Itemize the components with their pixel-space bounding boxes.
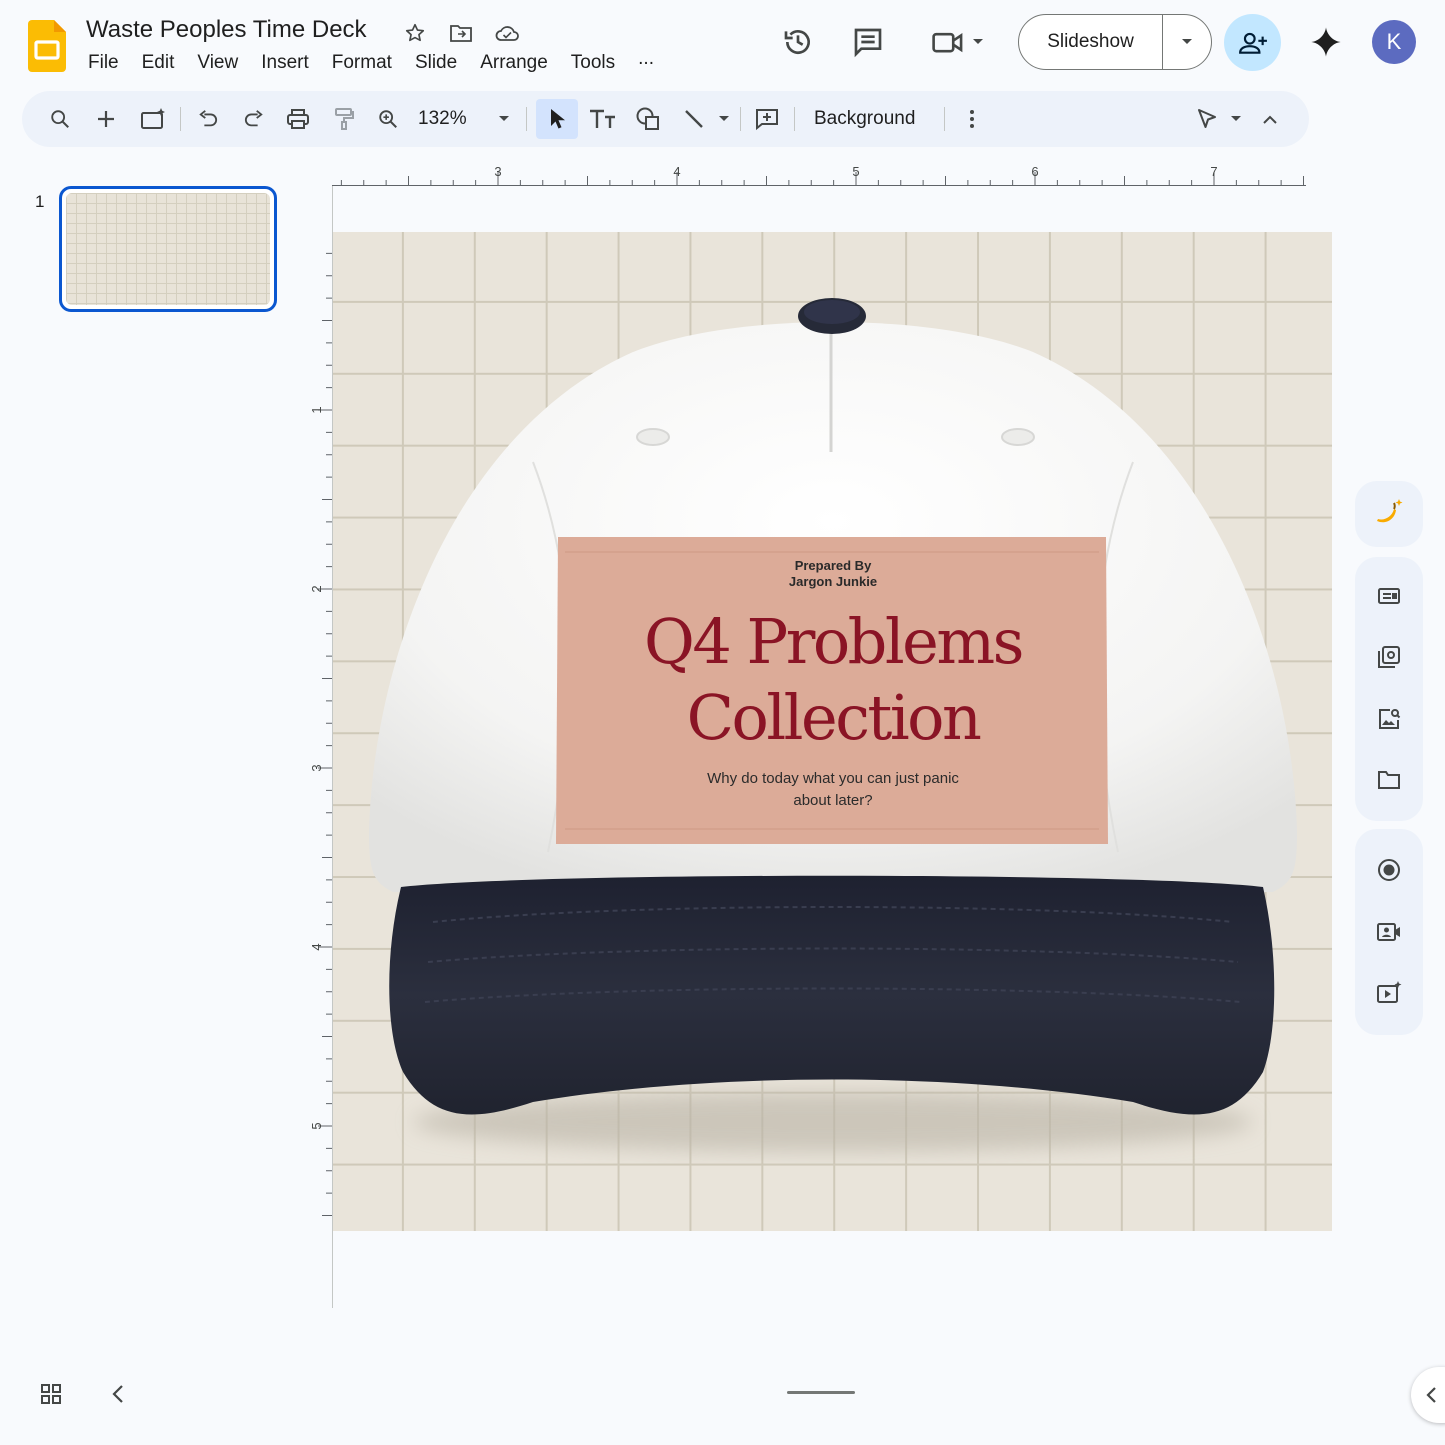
slideshow-dropdown-icon[interactable]: [1163, 15, 1211, 69]
ruler-label: 2: [309, 585, 324, 592]
ruler-label: 5: [309, 1122, 324, 1129]
version-history-icon[interactable]: [776, 20, 820, 64]
banana-sparkle-icon[interactable]: [1374, 497, 1404, 532]
shape-icon[interactable]: [632, 99, 664, 139]
side-panel-media: [1355, 829, 1423, 1035]
select-tool-icon[interactable]: [536, 99, 578, 139]
new-slide-icon[interactable]: [92, 99, 120, 139]
menu-insert[interactable]: Insert: [261, 52, 309, 74]
background-label: Background: [814, 108, 916, 129]
collapse-toolbar-icon[interactable]: [1258, 99, 1282, 139]
copy-slide-icon[interactable]: [1375, 643, 1403, 671]
ruler-label: 3: [309, 764, 324, 771]
gemini-sparkle-icon[interactable]: [1304, 20, 1348, 64]
ruler-label: 4: [673, 164, 680, 179]
slide-subtitle[interactable]: Why do today what you can just panic abo…: [690, 768, 976, 812]
slideshow-button[interactable]: Slideshow: [1018, 14, 1212, 70]
menu-tools[interactable]: Tools: [571, 52, 615, 74]
ruler-label: 7: [1210, 164, 1217, 179]
video-sparkle-icon[interactable]: [1375, 979, 1403, 1007]
camera-icon[interactable]: [1375, 918, 1403, 946]
slideshow-label[interactable]: Slideshow: [1019, 15, 1163, 69]
slide-thumbnail[interactable]: [59, 186, 277, 312]
meet-video-icon[interactable]: [924, 20, 992, 64]
new-slide-ai-icon[interactable]: [136, 99, 170, 139]
document-title[interactable]: Waste Peoples Time Deck: [86, 16, 367, 44]
expand-side-panel-button[interactable]: [1411, 1367, 1445, 1423]
speaker-notes-icon[interactable]: [1375, 582, 1403, 610]
share-button[interactable]: [1224, 14, 1281, 71]
star-icon[interactable]: [402, 20, 428, 46]
menu-bar: File Edit View Insert Format Slide Arran…: [88, 48, 677, 74]
menu-arrange[interactable]: Arrange: [480, 52, 548, 74]
image-search-icon[interactable]: [1375, 705, 1403, 733]
toolbar: 132% Background: [22, 91, 1309, 147]
side-panel-tools: [1355, 557, 1423, 821]
slide-number: 1: [35, 192, 45, 211]
add-person-icon: [1238, 32, 1267, 54]
move-to-folder-icon[interactable]: [448, 20, 474, 46]
menu-file[interactable]: File: [88, 52, 119, 74]
folder-icon[interactable]: [1375, 766, 1403, 794]
chevron-left-icon: [1426, 1387, 1436, 1403]
side-panel-ai: [1355, 481, 1423, 547]
vertical-ruler[interactable]: 1 2 3 4 5: [306, 232, 332, 1232]
prepared-by-text[interactable]: Prepared By Jargon Junkie: [558, 558, 1108, 590]
account-avatar[interactable]: K: [1372, 20, 1416, 64]
zoom-icon[interactable]: [374, 99, 402, 139]
pointer-mode-icon[interactable]: [1192, 99, 1222, 139]
ruler-label: 4: [309, 943, 324, 950]
menu-edit[interactable]: Edit: [142, 52, 175, 74]
grid-view-icon[interactable]: [39, 1382, 63, 1411]
zoom-value: 132%: [418, 108, 467, 129]
slide-title-line1: Q4 Problems: [644, 605, 1024, 678]
cloud-saved-icon[interactable]: [494, 20, 520, 46]
ruler-label: 3: [494, 164, 501, 179]
text-box-icon[interactable]: [586, 99, 618, 139]
slide-subtitle-line2: about later?: [793, 792, 873, 809]
horizontal-ruler[interactable]: 3 4 5 6 7: [332, 160, 1306, 186]
comments-icon[interactable]: [846, 20, 890, 64]
prepared-by-line2: Jargon Junkie: [788, 574, 878, 589]
search-menus-icon[interactable]: [46, 99, 74, 139]
paint-format-icon[interactable]: [330, 99, 358, 139]
background-button[interactable]: Background: [806, 99, 926, 139]
zoom-dropdown-icon[interactable]: [494, 99, 514, 139]
ruler-label: 1: [309, 406, 324, 413]
zoom-level[interactable]: 132%: [418, 99, 478, 139]
line-tool-icon[interactable]: [678, 99, 710, 139]
collapse-filmstrip-icon[interactable]: [108, 1382, 128, 1411]
add-comment-icon[interactable]: [750, 99, 784, 139]
undo-icon[interactable]: [194, 99, 222, 139]
speaker-notes-handle[interactable]: [787, 1391, 855, 1394]
redo-icon[interactable]: [240, 99, 268, 139]
slide-title-line2: Collection: [686, 681, 982, 754]
menu-format[interactable]: Format: [332, 52, 392, 74]
ruler-label: 5: [852, 164, 859, 179]
more-options-icon[interactable]: [960, 99, 984, 139]
print-icon[interactable]: [284, 99, 312, 139]
ruler-label: 6: [1031, 164, 1038, 179]
pointer-dropdown-icon[interactable]: [1226, 99, 1246, 139]
line-dropdown-icon[interactable]: [714, 99, 734, 139]
slide-title[interactable]: Q4 Problems Collection: [558, 604, 1108, 756]
prepared-by-line1: Prepared By: [794, 558, 872, 573]
menu-more[interactable]: ...: [638, 48, 654, 74]
slide-subtitle-line1: Why do today what you can just panic: [707, 770, 959, 787]
slides-logo-icon[interactable]: [28, 20, 68, 72]
menu-view[interactable]: View: [197, 52, 238, 74]
record-icon[interactable]: [1375, 856, 1403, 884]
menu-slide[interactable]: Slide: [415, 52, 457, 74]
